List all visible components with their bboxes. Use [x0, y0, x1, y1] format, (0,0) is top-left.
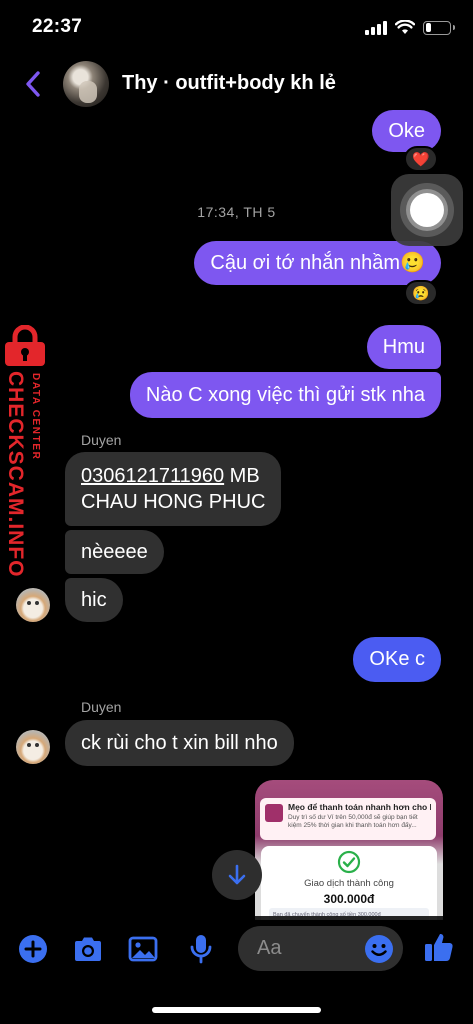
message-list[interactable]: Oke ❤️ 17:34, TH 5 Cậu ơi tớ nhắn nhầm🥲 …	[0, 110, 473, 920]
message-text: Nào C xong việc thì gửi stk nha	[145, 383, 425, 406]
receipt-banner: Mẹo để thanh toán nhanh hơn cho lần... D…	[260, 798, 436, 840]
sad-reaction-icon[interactable]: 😢	[404, 280, 438, 306]
conversation-title[interactable]: Thy · outfit+body kh lẻ	[122, 72, 336, 95]
message-bubble-outgoing[interactable]: OKe c	[353, 637, 441, 682]
home-indicator[interactable]	[152, 1007, 321, 1013]
arrow-down-icon	[228, 864, 246, 885]
thumbs-up-icon[interactable]	[422, 930, 456, 964]
watermark-subtitle: DATA CENTER	[30, 373, 41, 461]
bank-holder-text: CHAU HONG PHUC	[81, 491, 266, 513]
bank-code-text: MB	[224, 465, 260, 487]
message-bubble-incoming[interactable]: ck rùi cho t xin bill nho	[65, 720, 294, 766]
checkscam-watermark: CHECKSCAM.INFO DATA CENTER	[0, 325, 56, 578]
status-bar: 22:37	[0, 0, 473, 56]
payment-receipt-image[interactable]: Mẹo để thanh toán nhanh hơn cho lần... D…	[255, 780, 443, 920]
bank-account-link[interactable]: 0306121711960	[81, 465, 224, 487]
plus-circle-icon[interactable]	[16, 932, 50, 966]
contact-avatar[interactable]	[63, 61, 109, 107]
heart-reaction-icon[interactable]: ❤️	[404, 146, 438, 172]
sender-avatar[interactable]	[16, 588, 50, 622]
receipt-status: Giao dịch thành công	[304, 878, 394, 889]
sender-name: Duyen	[81, 699, 122, 715]
camera-icon[interactable]	[71, 932, 105, 966]
battery-icon	[423, 20, 455, 35]
message-text: ck rùi cho t xin bill nho	[81, 731, 278, 754]
message-text: Oke	[388, 119, 425, 142]
receipt-card: Giao dịch thành công 300.000đ Bạn đã chu…	[261, 846, 437, 920]
message-text: Cậu ơi tớ nhắn nhầm🥲	[210, 251, 425, 274]
message-text: OKe c	[369, 648, 425, 670]
message-bubble-outgoing[interactable]: Cậu ơi tớ nhắn nhầm🥲	[194, 241, 441, 285]
message-bubble-outgoing[interactable]: Hmu	[366, 325, 441, 369]
check-circle-icon	[337, 850, 361, 874]
status-time: 22:37	[32, 16, 83, 37]
message-bubble-outgoing[interactable]: Oke	[372, 110, 441, 152]
watermark-brand: CHECKSCAM.INFO	[4, 371, 27, 578]
chevron-left-icon[interactable]	[18, 66, 48, 102]
wifi-icon	[395, 20, 415, 34]
message-bubble-incoming[interactable]: hic	[65, 578, 123, 622]
conversation-header: Thy · outfit+body kh lẻ	[0, 56, 473, 112]
wallet-logo-icon	[265, 804, 283, 822]
message-text: hic	[81, 588, 107, 611]
emoji-icon[interactable]	[364, 934, 394, 964]
assistive-touch-button[interactable]	[391, 174, 463, 246]
message-bubble-outgoing[interactable]: Nào C xong việc thì gửi stk nha	[129, 372, 441, 418]
sender-avatar[interactable]	[16, 730, 50, 764]
message-text: nèeeee	[81, 540, 148, 563]
sender-name: Duyen	[81, 432, 122, 448]
lock-icon	[5, 325, 45, 366]
microphone-icon[interactable]	[184, 932, 218, 966]
message-bubble-incoming[interactable]: nèeeee	[65, 530, 164, 574]
signal-icon	[365, 20, 387, 35]
scroll-to-bottom-button[interactable]	[212, 850, 262, 900]
message-composer	[0, 916, 473, 986]
status-icons	[365, 20, 455, 35]
image-icon[interactable]	[126, 932, 160, 966]
receipt-amount: 300.000đ	[323, 892, 375, 906]
message-text: Hmu	[382, 335, 425, 358]
message-bubble-incoming[interactable]: 0306121711960 MB CHAU HONG PHUC	[65, 452, 282, 526]
